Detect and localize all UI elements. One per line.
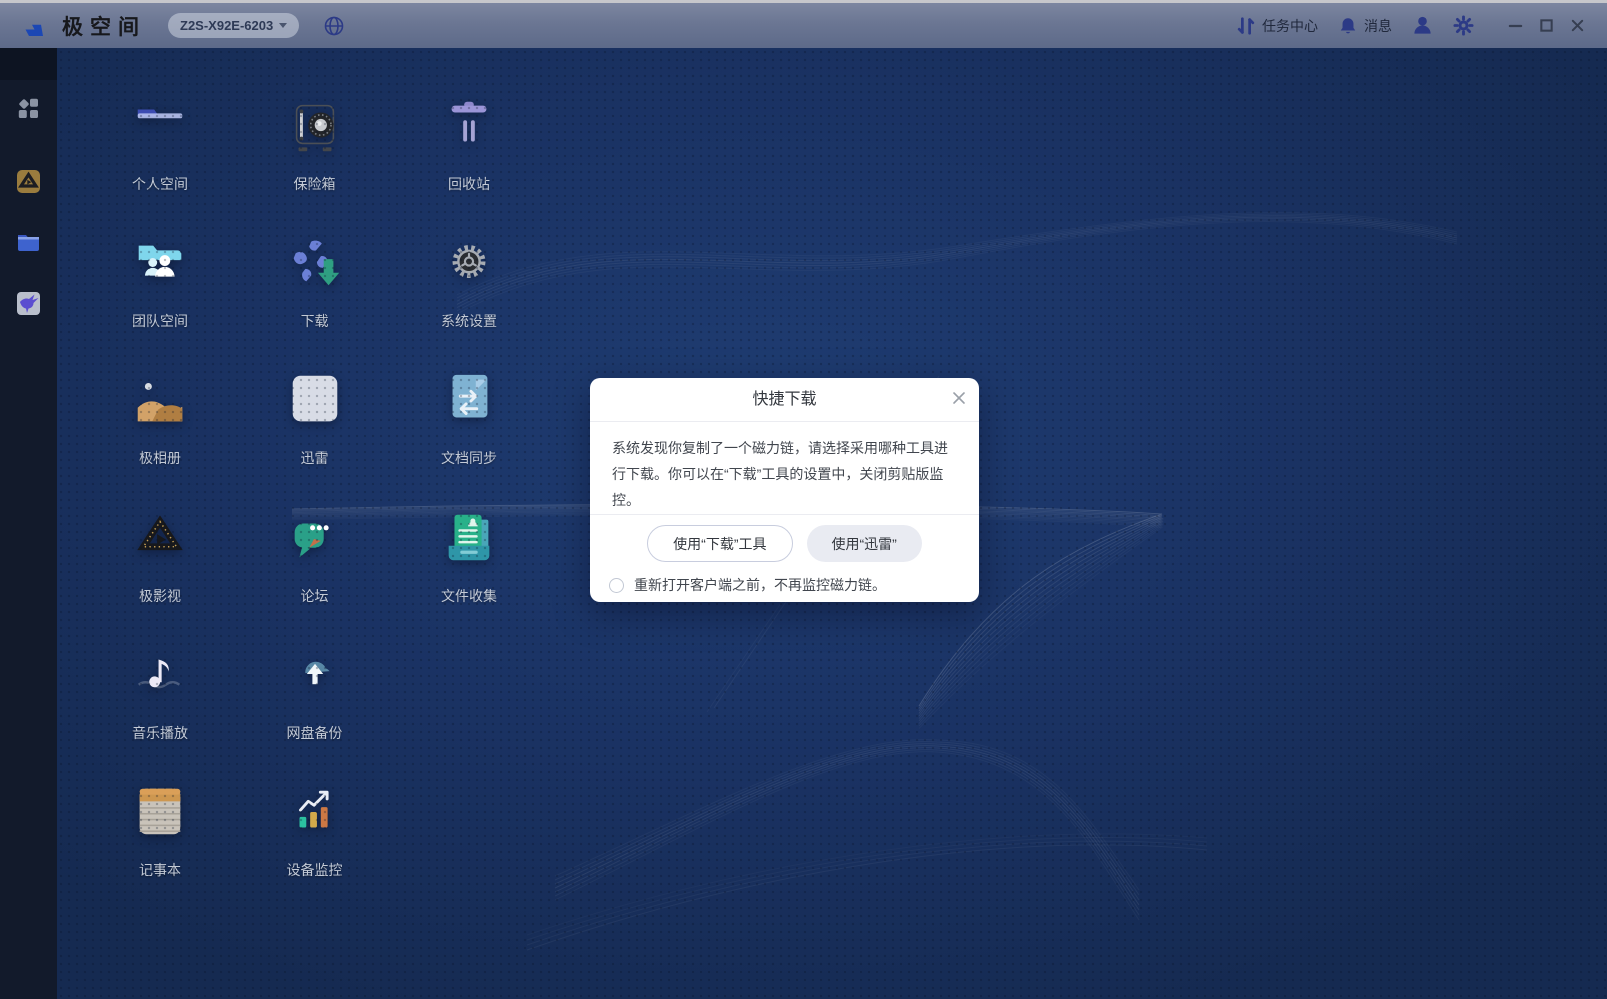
device-monitor-icon [284, 781, 346, 843]
dialog-checkbox-row: 重新打开客户端之前，不再监控磁力链。 [609, 575, 979, 595]
stop-monitoring-radio[interactable] [609, 578, 624, 593]
use-thunder-button[interactable]: 使用“迅雷” [807, 525, 922, 562]
app-label: 团队空间 [98, 311, 222, 331]
app-label: 回收站 [407, 174, 531, 194]
notepad-icon [129, 781, 191, 843]
app-tile-personal-space[interactable]: 个人空间 [98, 95, 222, 194]
sidebar-item-thunder-small-icon[interactable] [16, 291, 41, 316]
forum-icon [284, 507, 346, 569]
app-tile-safe[interactable]: 保险箱 [253, 95, 377, 194]
app-label: 记事本 [98, 860, 222, 880]
app-tile-file-collect[interactable]: 文件收集 [407, 507, 531, 606]
movies-icon [129, 507, 191, 569]
app-label: 音乐播放 [98, 723, 222, 743]
photo-album-icon [129, 369, 191, 431]
sidebar-item-apps-grid-icon[interactable] [16, 96, 41, 121]
brand-name: 极空间 [62, 11, 146, 41]
dialog-body-text: 系统发现你复制了一个磁力链，请选择采用哪种工具进行下载。你可以在“下载”工具的设… [590, 422, 979, 514]
device-selector[interactable]: Z2S-X92E-6203 [168, 13, 299, 38]
app-label: 保险箱 [253, 174, 377, 194]
sidebar-item-movies-small-icon[interactable] [16, 169, 41, 194]
task-center-button[interactable]: 任务中心 [1236, 16, 1318, 36]
app-label: 论坛 [253, 586, 377, 606]
brand-logo-icon [20, 12, 48, 40]
dialog-close-icon[interactable] [952, 391, 966, 405]
user-button[interactable] [1412, 15, 1433, 36]
dialog-title: 快捷下载 [752, 391, 816, 408]
app-tile-photo-album[interactable]: 极相册 [98, 369, 222, 468]
globe-button[interactable] [323, 15, 345, 37]
app-tile-movies[interactable]: 极影视 [98, 507, 222, 606]
app-tile-device-monitor[interactable]: 设备监控 [253, 781, 377, 880]
thunder-icon [284, 369, 346, 431]
app-tile-music[interactable]: 音乐播放 [98, 644, 222, 743]
app-tile-download[interactable]: 下载 [253, 232, 377, 331]
app-tile-doc-sync[interactable]: 文档同步 [407, 369, 531, 468]
doc-sync-icon [438, 369, 500, 431]
close-button[interactable] [1570, 18, 1585, 33]
dialog-button-row: 使用“下载”工具 使用“迅雷” [590, 514, 979, 562]
app-tile-thunder[interactable]: 迅雷 [253, 369, 377, 468]
messages-button[interactable]: 消息 [1338, 16, 1392, 36]
app-label: 极影视 [98, 586, 222, 606]
app-tile-forum[interactable]: 论坛 [253, 507, 377, 606]
stop-monitoring-label: 重新打开客户端之前，不再监控磁力链。 [634, 575, 886, 595]
system-settings-icon [438, 232, 500, 294]
titlebar: 极空间 Z2S-X92E-6203 任务中心 消息 [0, 0, 1607, 48]
app-label: 设备监控 [253, 860, 377, 880]
file-collect-icon [438, 507, 500, 569]
maximize-button[interactable] [1539, 18, 1554, 33]
app-tile-recycle-bin[interactable]: 回收站 [407, 95, 531, 194]
app-label: 个人空间 [98, 174, 222, 194]
team-space-icon [129, 232, 191, 294]
app-label: 文件收集 [407, 586, 531, 606]
app-tile-system-settings[interactable]: 系统设置 [407, 232, 531, 331]
messages-label: 消息 [1364, 16, 1392, 36]
device-name: Z2S-X92E-6203 [180, 18, 273, 33]
personal-space-icon [129, 95, 191, 157]
app-tile-team-space[interactable]: 团队空间 [98, 232, 222, 331]
task-center-icon [1236, 16, 1256, 36]
settings-button[interactable] [1453, 15, 1474, 36]
gear-icon [1453, 15, 1474, 36]
bell-icon [1338, 16, 1358, 36]
quick-download-dialog: 快捷下载 系统发现你复制了一个磁力链，请选择采用哪种工具进行下载。你可以在“下载… [590, 378, 979, 602]
music-icon [129, 644, 191, 706]
chevron-down-icon [279, 23, 287, 28]
download-icon [284, 232, 346, 294]
app-tile-notepad[interactable]: 记事本 [98, 781, 222, 880]
app-label: 系统设置 [407, 311, 531, 331]
cloud-backup-icon [284, 644, 346, 706]
dialog-header: 快捷下载 [590, 378, 979, 422]
safe-icon [284, 95, 346, 157]
app-label: 下载 [253, 311, 377, 331]
minimize-button[interactable] [1508, 18, 1523, 33]
user-icon [1412, 15, 1433, 36]
app-tile-cloud-backup[interactable]: 网盘备份 [253, 644, 377, 743]
recycle-bin-icon [438, 95, 500, 157]
app-label: 极相册 [98, 448, 222, 468]
task-center-label: 任务中心 [1262, 16, 1318, 36]
app-label: 迅雷 [253, 448, 377, 468]
app-label: 文档同步 [407, 448, 531, 468]
use-download-tool-button[interactable]: 使用“下载”工具 [647, 525, 792, 562]
app-label: 网盘备份 [253, 723, 377, 743]
sidebar [0, 48, 57, 999]
sidebar-item-folder-small-icon[interactable] [16, 230, 41, 255]
